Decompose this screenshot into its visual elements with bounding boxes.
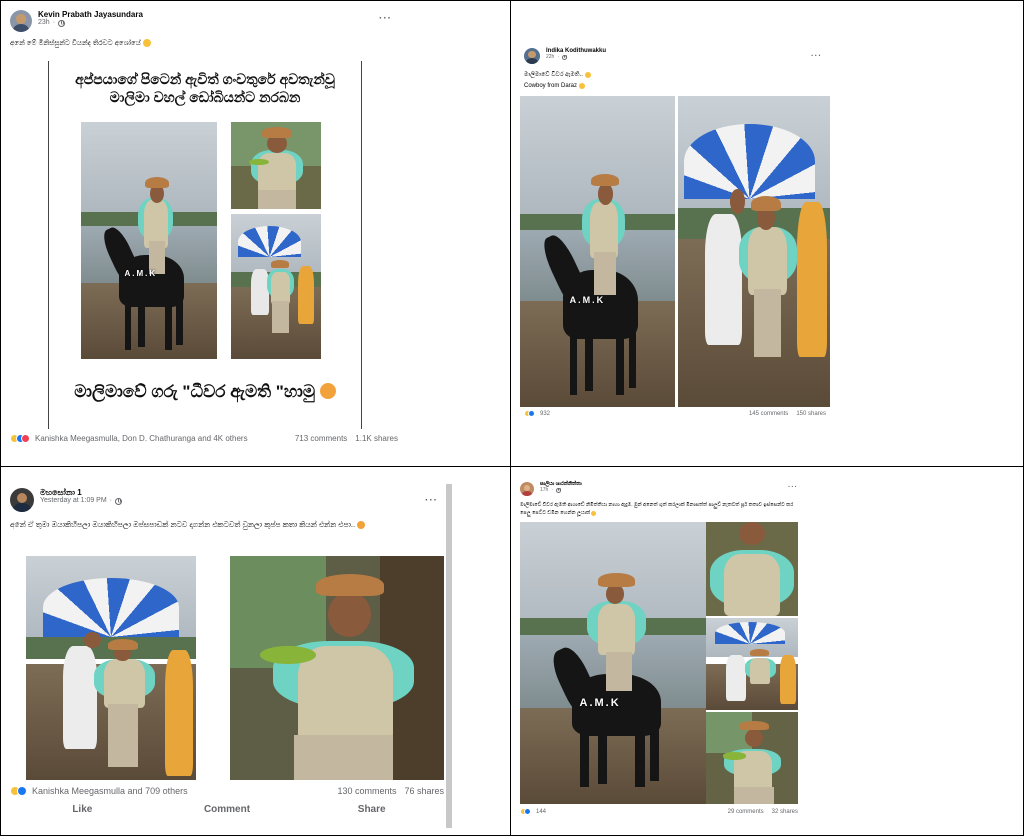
horse-photo[interactable]: A.M.K [520,522,706,804]
umbrella-photo[interactable] [706,618,798,710]
horse-photo[interactable]: A.M.K [520,96,675,407]
like-reaction-icon[interactable] [524,808,531,815]
globe-icon [556,488,562,494]
post-caption-line-2: Cowboy from Daraz [524,83,578,90]
post-3: මහසෝනා 1 Yesterday at 1:09 PM · ··· අනේ ඒ… [6,484,452,828]
umbrella-photo[interactable] [678,96,830,407]
frame-horizontal-divider [0,466,1024,467]
share-button[interactable]: Share [299,804,444,815]
frame-vertical-divider [510,0,511,836]
like-button[interactable]: Like [10,804,155,815]
scrollbar[interactable] [446,484,452,828]
image-headline-line-1: අප්පයාගේ පිටෙන් ඇවිත් ගංවතුරේ අවතැන්වූ [75,71,335,87]
post-caption: අනේ මේ මිනිස්සුන්ට වියන්ද තිරවට අශෝයේ [10,40,141,47]
globe-icon [58,19,66,27]
like-reaction-icon[interactable] [17,786,27,796]
shares-count[interactable]: 76 shares [404,786,444,796]
globe-icon [562,55,568,61]
post-time[interactable]: 17h [540,487,548,494]
watermark: A.M.K [569,295,606,306]
post-time[interactable]: Yesterday at 1:09 PM [40,497,107,505]
watermark: A.M.K [579,696,621,709]
horse-photo: A.M.K [81,122,217,359]
smile-emoji-icon [584,72,591,78]
comments-count[interactable]: 130 comments [337,786,396,796]
umbrella-photo [231,214,321,359]
eating-photo [231,122,321,209]
more-options-icon[interactable]: ··· [811,52,822,60]
image-headline-line-2: මාලිමා වහල් ඩෝබියන්ට නරබන [109,88,301,105]
more-options-icon[interactable]: ··· [425,496,438,506]
post-caption: මාලිමාවේ විවර ඇමති ආශාඩේ නිමිත්තියා නාහා… [520,502,794,516]
reactions-summary[interactable]: Kanishka Meegasmulla and 709 others [32,786,188,796]
post-2: Indika Kodithuwakku 22h · ··· මාලිමාවේ වි… [518,44,832,424]
laugh-emoji-icon [578,83,585,90]
reactions-summary[interactable]: 144 [536,809,546,815]
post-4: සාලියා ශාරන්නිත්තා 17h · ··· මාලිමාවේ විව… [516,478,812,828]
like-reaction-icon[interactable] [528,410,535,417]
post-time[interactable]: 23h [38,19,50,27]
post-1: Kevin Prabath Jayasundara 23h · ··· අනේ ම… [8,6,404,456]
author-name[interactable]: මහසෝනා 1 [40,488,122,497]
author-name[interactable]: Kevin Prabath Jayasundara [38,10,143,19]
author-avatar[interactable] [520,482,534,496]
reactions-summary[interactable]: Kanishka Meegasmulla, Don D. Chathuranga… [35,434,248,443]
heart-eyes-emoji-icon [357,521,366,529]
eating-photo-bottom[interactable] [706,712,798,804]
author-avatar[interactable] [524,48,540,64]
post-caption: අනේ ඒ තුමා ඔයාකිහිපලා ඔයාකිහිපලා ඔප්සපාඩ… [10,520,356,529]
comment-button[interactable]: Comment [155,804,300,815]
more-options-icon[interactable]: ··· [379,14,392,24]
heart-eyes-emoji-icon [319,383,336,399]
laugh-emoji-icon [591,510,597,516]
thinking-emoji-icon [142,39,151,47]
post-image[interactable]: අප්පයාගේ පිටෙන් ඇවිත් ගංවතුරේ අවතැන්වූ ම… [48,61,362,429]
image-footer-text: මාලිමාවේ ගරු "ධීවර ඇමති "හාමු [74,382,316,401]
frame-left [0,0,1,836]
comments-count[interactable]: 29 comments [728,809,764,815]
globe-icon [115,497,123,505]
comments-count[interactable]: 145 comments [749,411,788,417]
post-caption-line-1: මාලිමාවේ විවර ඇමති.. [524,72,583,78]
watermark: A.M.K [124,268,158,278]
comments-count[interactable]: 713 comments [295,434,347,443]
more-options-icon[interactable]: ··· [788,484,798,491]
shares-count[interactable]: 32 shares [772,809,798,815]
love-reaction-icon[interactable] [21,434,30,443]
eating-photo[interactable] [230,556,444,780]
reactions-summary[interactable]: 932 [540,411,550,417]
shares-count[interactable]: 1.1K shares [355,434,398,443]
umbrella-photo[interactable] [26,556,196,780]
author-avatar[interactable] [10,488,34,512]
post-time[interactable]: 22h [546,54,554,61]
author-name[interactable]: Indika Kodithuwakku [546,48,606,55]
frame-top [0,0,1024,1]
author-avatar[interactable] [10,10,32,32]
shares-count[interactable]: 150 shares [796,411,826,417]
eating-photo-top[interactable] [706,522,798,616]
